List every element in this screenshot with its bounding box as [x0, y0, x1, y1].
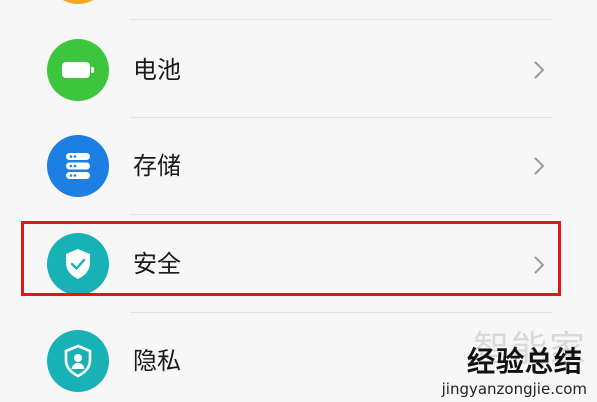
watermark-main-text: 经验总结: [466, 345, 583, 378]
partial-settings-icon: [47, 0, 109, 4]
settings-item-label: 电池: [133, 56, 181, 84]
battery-icon: [47, 39, 109, 101]
settings-item-storage[interactable]: 存储: [0, 118, 597, 214]
settings-item-label: 隐私: [133, 347, 181, 375]
watermark: 智能家 经验总结 jingyanzongjie.com: [441, 329, 587, 398]
settings-screen: 电池 存储 安全 隐私 智能家 经验总结 jingyanzongjie.com: [0, 0, 597, 402]
settings-item-battery[interactable]: 电池: [0, 22, 597, 118]
watermark-url: jingyanzongjie.com: [441, 380, 587, 398]
privacy-user-shield-icon: [47, 330, 109, 392]
storage-icon: [47, 135, 109, 197]
divider: [130, 19, 552, 20]
highlight-box: [21, 221, 561, 296]
chevron-right-icon: [534, 157, 545, 175]
settings-item-label: 存储: [133, 152, 181, 180]
chevron-right-icon: [534, 61, 545, 79]
